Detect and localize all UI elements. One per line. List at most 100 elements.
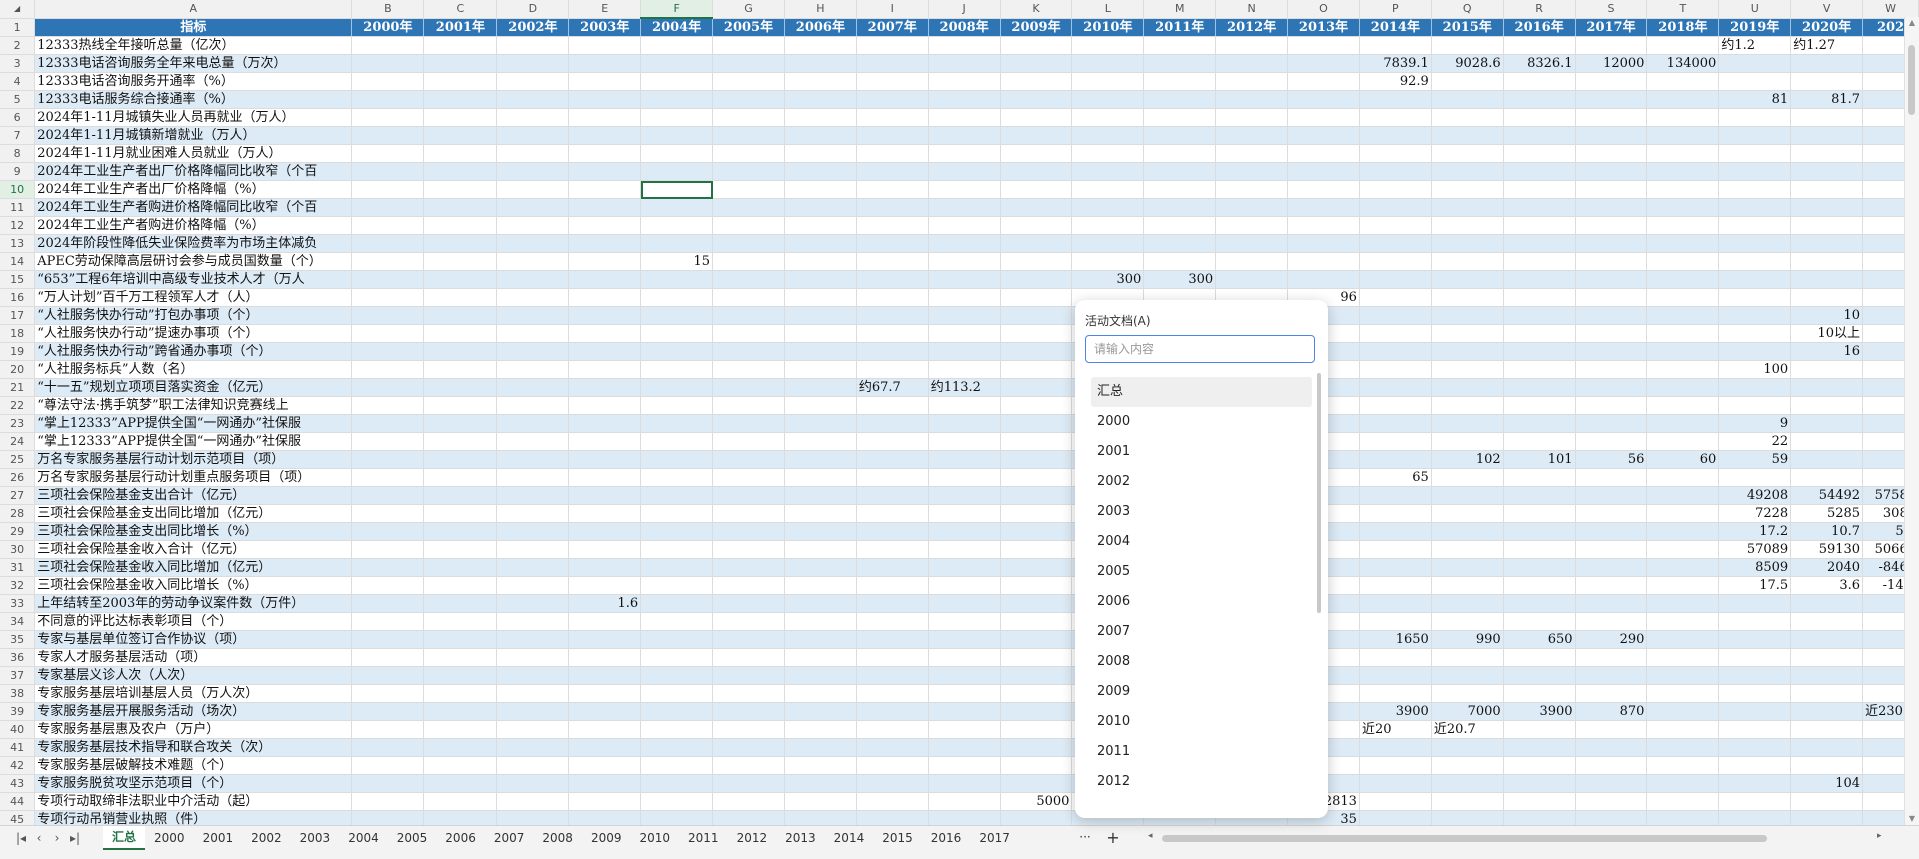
header-cell[interactable]: 2008年	[928, 18, 1001, 37]
value-cell[interactable]	[928, 144, 1001, 163]
value-cell[interactable]	[1575, 396, 1648, 415]
value-cell[interactable]	[1359, 216, 1432, 235]
header-cell[interactable]: 2013年	[1287, 18, 1360, 37]
value-cell[interactable]	[1431, 576, 1504, 595]
value-cell[interactable]	[1575, 144, 1648, 163]
value-cell[interactable]	[1000, 36, 1073, 55]
indicator-cell[interactable]: 12333电话咨询服务全年来电总量（万次）	[34, 54, 353, 73]
value-cell[interactable]	[856, 360, 929, 379]
value-cell[interactable]	[568, 72, 642, 91]
indicator-cell[interactable]: “人社服务快办行动”打包办事项（个）	[34, 306, 353, 325]
value-cell[interactable]	[1575, 72, 1648, 91]
value-cell[interactable]	[640, 702, 714, 721]
value-cell[interactable]	[1718, 162, 1792, 181]
value-cell[interactable]	[1215, 180, 1289, 199]
value-cell[interactable]	[1503, 540, 1576, 559]
value-cell[interactable]	[1215, 90, 1289, 109]
column-header[interactable]: U	[1718, 0, 1792, 19]
indicator-cell[interactable]: 专家基层义诊人次（人次）	[34, 666, 353, 685]
header-cell[interactable]: 2011年	[1143, 18, 1217, 37]
sheet-tab[interactable]: 2007	[485, 826, 534, 850]
cell-table[interactable]: ◢ A B C D E F G H I J K L M N O P Q R S T U V W 1 指标 2000年 2001年 200…	[0, 0, 1919, 825]
value-cell[interactable]	[784, 774, 857, 793]
value-cell[interactable]	[1646, 684, 1720, 703]
value-cell[interactable]	[856, 288, 929, 307]
value-cell[interactable]	[928, 198, 1001, 217]
value-cell[interactable]	[1790, 720, 1864, 739]
value-cell[interactable]	[784, 378, 857, 397]
value-cell[interactable]	[1646, 558, 1720, 577]
value-cell[interactable]	[1071, 144, 1145, 163]
sheet-tab[interactable]: 2003	[291, 826, 340, 850]
value-cell[interactable]	[1718, 612, 1792, 631]
value-cell[interactable]	[712, 432, 785, 451]
first-sheet-icon[interactable]: |◂	[14, 829, 28, 847]
value-cell[interactable]	[351, 126, 425, 145]
value-cell[interactable]	[496, 180, 570, 199]
value-cell[interactable]	[568, 576, 642, 595]
indicator-cell[interactable]: 2024年工业生产者购进价格降幅同比收窄（个百	[34, 198, 353, 217]
value-cell[interactable]	[1000, 414, 1073, 433]
sheet-tab[interactable]: 2006	[436, 826, 485, 850]
value-cell[interactable]	[568, 414, 642, 433]
sheet-list-item[interactable]: 2005	[1091, 557, 1312, 587]
indicator-cell[interactable]: “掌上12333”APP提供全国“一网通办”社保服	[34, 432, 353, 451]
header-cell[interactable]: 2001年	[423, 18, 498, 37]
row-number[interactable]: 9	[0, 162, 36, 181]
value-cell[interactable]	[712, 414, 785, 433]
value-cell[interactable]	[712, 504, 785, 523]
value-cell[interactable]	[423, 504, 498, 523]
value-cell[interactable]	[423, 774, 498, 793]
value-cell[interactable]	[568, 648, 642, 667]
value-cell[interactable]	[423, 792, 498, 811]
value-cell[interactable]	[1143, 180, 1217, 199]
value-cell[interactable]	[1359, 648, 1432, 667]
value-cell[interactable]	[496, 612, 570, 631]
value-cell[interactable]	[496, 504, 570, 523]
value-cell[interactable]	[496, 450, 570, 469]
value-cell[interactable]	[1646, 108, 1720, 127]
row-number[interactable]: 25	[0, 450, 36, 469]
value-cell[interactable]	[568, 558, 642, 577]
value-cell[interactable]	[1431, 684, 1504, 703]
value-cell[interactable]	[1790, 234, 1864, 253]
value-cell[interactable]	[1287, 252, 1360, 271]
value-cell[interactable]: 650	[1503, 630, 1576, 649]
value-cell[interactable]	[928, 576, 1001, 595]
indicator-cell[interactable]: 三项社会保险基金支出合计（亿元）	[34, 486, 353, 505]
value-cell[interactable]	[568, 522, 642, 541]
value-cell[interactable]	[1718, 288, 1792, 307]
value-cell[interactable]	[1000, 72, 1073, 91]
value-cell[interactable]	[784, 522, 857, 541]
value-cell[interactable]	[784, 396, 857, 415]
value-cell[interactable]	[1143, 216, 1217, 235]
value-cell[interactable]	[1790, 108, 1864, 127]
value-cell[interactable]	[423, 576, 498, 595]
value-cell[interactable]	[1431, 180, 1504, 199]
value-cell[interactable]	[712, 288, 785, 307]
value-cell[interactable]	[568, 198, 642, 217]
value-cell[interactable]	[1646, 270, 1720, 289]
value-cell[interactable]	[1143, 108, 1217, 127]
value-cell[interactable]	[1646, 36, 1720, 55]
value-cell[interactable]: 134000	[1646, 54, 1720, 73]
value-cell[interactable]	[712, 612, 785, 631]
value-cell[interactable]	[351, 108, 425, 127]
sheet-tab[interactable]: 2016	[922, 826, 971, 850]
value-cell[interactable]	[640, 540, 714, 559]
value-cell[interactable]	[1431, 612, 1504, 631]
value-cell[interactable]	[1575, 234, 1648, 253]
value-cell[interactable]	[856, 180, 929, 199]
value-cell[interactable]	[1000, 270, 1073, 289]
value-cell[interactable]: 7000	[1431, 702, 1504, 721]
value-cell[interactable]	[1575, 576, 1648, 595]
value-cell[interactable]	[568, 180, 642, 199]
header-cell[interactable]: 2000年	[351, 18, 425, 37]
value-cell[interactable]	[1431, 540, 1504, 559]
value-cell[interactable]	[351, 450, 425, 469]
column-header[interactable]: A	[34, 0, 353, 19]
value-cell[interactable]	[1575, 810, 1648, 825]
value-cell[interactable]	[1503, 486, 1576, 505]
value-cell[interactable]	[712, 144, 785, 163]
value-cell[interactable]	[784, 72, 857, 91]
